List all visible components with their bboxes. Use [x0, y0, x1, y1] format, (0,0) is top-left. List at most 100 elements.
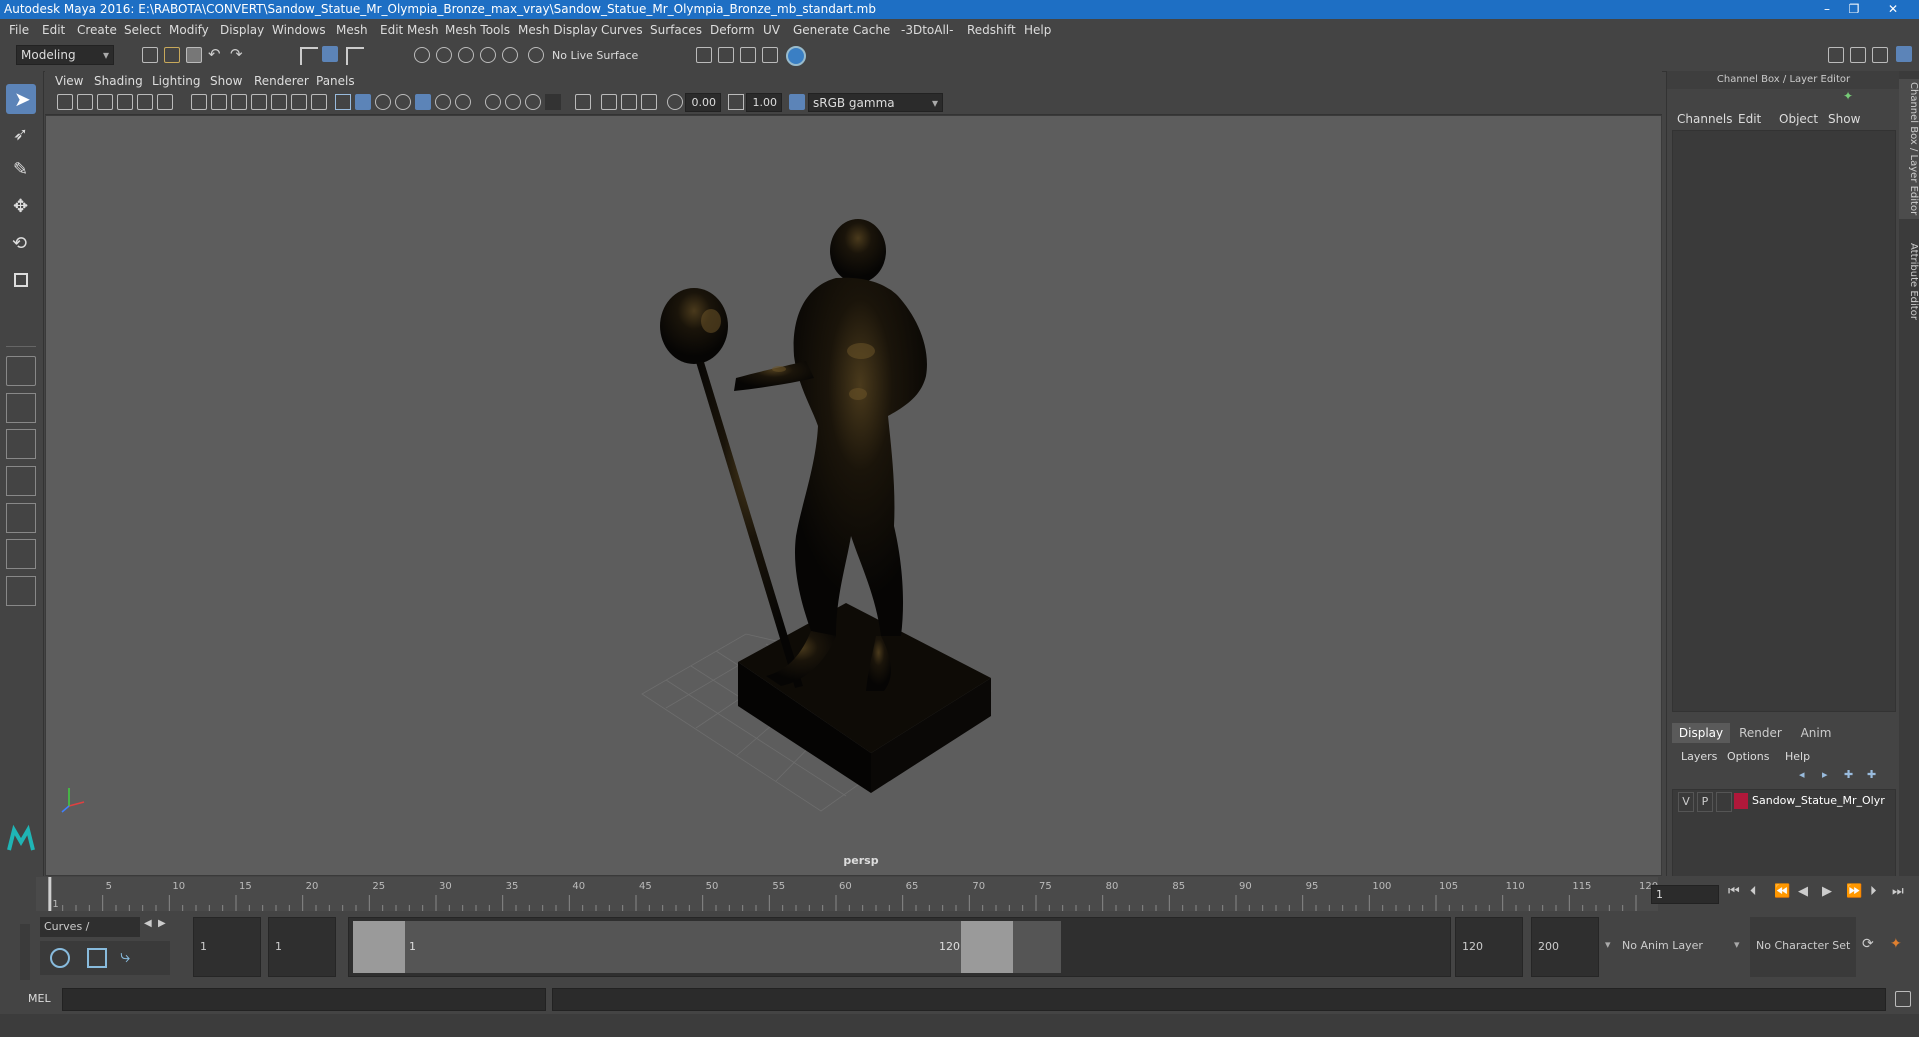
- viewport-menu-lighting[interactable]: Lighting: [152, 71, 201, 91]
- exposure-icon[interactable]: [667, 94, 683, 110]
- hypershade-icon[interactable]: [786, 46, 806, 66]
- range-start-handle[interactable]: [353, 921, 405, 973]
- preferences-icon[interactable]: ✦: [1890, 936, 1902, 952]
- menu-select[interactable]: Select: [124, 19, 161, 41]
- time-ruler[interactable]: 1 5 10 15 20 25 30 35 40 45 50 55 60 65 70 75 80 85 90 95 10…: [36, 877, 1658, 911]
- step-back-key-icon[interactable]: ⏪: [1774, 884, 1790, 899]
- depth-of-field-icon[interactable]: [525, 94, 541, 110]
- go-to-start-icon[interactable]: ⏮: [1728, 884, 1740, 899]
- image-plane-icon[interactable]: [117, 94, 133, 110]
- shelf-handle[interactable]: [20, 924, 30, 980]
- lasso-tool-button[interactable]: ➶: [6, 121, 36, 151]
- menu-surfaces[interactable]: Surfaces: [650, 19, 702, 41]
- viewport-menu-panels[interactable]: Panels: [316, 71, 355, 91]
- redo-icon[interactable]: ↷: [230, 45, 246, 63]
- menu-mesh-display[interactable]: Mesh Display: [518, 19, 598, 41]
- snap-view-plane-icon[interactable]: [480, 47, 496, 63]
- close-button[interactable]: ✕: [1881, 0, 1905, 19]
- channel-object-menu[interactable]: Object: [1779, 112, 1818, 126]
- menu-cache[interactable]: Cache: [853, 19, 890, 41]
- wireframe-icon[interactable]: [335, 94, 351, 110]
- render-frame-icon[interactable]: [718, 47, 734, 63]
- layer-tab-render[interactable]: Render: [1733, 723, 1788, 743]
- custom-layout-button[interactable]: [6, 576, 36, 606]
- layer-tab-anim[interactable]: Anim: [1791, 723, 1841, 743]
- move-layer-up-icon[interactable]: ◂: [1799, 768, 1815, 784]
- channels-menu[interactable]: Channels: [1677, 112, 1733, 126]
- minimize-button[interactable]: –: [1815, 0, 1839, 19]
- menu-edit-mesh[interactable]: Edit Mesh: [380, 19, 439, 41]
- select-tool-button[interactable]: ➤: [6, 84, 36, 114]
- scale-tool-button[interactable]: [6, 267, 36, 297]
- range-slider[interactable]: 1 120: [348, 917, 1451, 977]
- xray-active-icon[interactable]: [621, 94, 637, 110]
- channel-box-key-icon[interactable]: ✦: [1843, 89, 1859, 105]
- toggle-channel-box-icon[interactable]: [1896, 46, 1912, 62]
- layer-tab-display[interactable]: Display: [1672, 723, 1730, 743]
- play-backward-icon[interactable]: ◀: [1798, 884, 1808, 899]
- gamma-icon[interactable]: [728, 94, 744, 110]
- character-set-dropdown[interactable]: No Character Set: [1750, 917, 1856, 977]
- four-view-layout-button[interactable]: [6, 393, 36, 423]
- menu-create[interactable]: Create: [77, 19, 117, 41]
- render-settings-icon[interactable]: [696, 47, 712, 63]
- nurbs-square-icon[interactable]: [87, 948, 107, 968]
- toggle-attribute-editor-icon[interactable]: [1850, 47, 1866, 63]
- select-hierarchy-icon[interactable]: [300, 47, 318, 65]
- persp-outliner-layout-button[interactable]: [6, 429, 36, 459]
- use-all-lights-icon[interactable]: [415, 94, 431, 110]
- step-forward-key-icon[interactable]: ⏩: [1846, 884, 1862, 899]
- grease-pencil-icon[interactable]: [157, 94, 173, 110]
- playback-start-field[interactable]: 1: [268, 917, 336, 977]
- open-scene-icon[interactable]: [164, 47, 180, 63]
- mode-selector[interactable]: Modeling ▾: [16, 45, 114, 65]
- cv-curve-icon[interactable]: ⤷: [120, 946, 130, 967]
- move-tool-button[interactable]: ✥: [6, 193, 36, 223]
- playback-end-field[interactable]: 120: [1455, 917, 1523, 977]
- play-forward-icon[interactable]: ▶: [1822, 884, 1832, 899]
- gamma-field[interactable]: 1.00: [746, 93, 782, 112]
- undo-icon[interactable]: ↶: [208, 45, 224, 63]
- chevron-down-icon[interactable]: ▾: [1734, 938, 1740, 951]
- menu-mesh[interactable]: Mesh: [336, 19, 368, 41]
- select-component-icon[interactable]: [346, 47, 364, 65]
- menu-redshift[interactable]: Redshift: [967, 19, 1016, 41]
- safe-title-icon[interactable]: [311, 94, 327, 110]
- gate-mask-icon[interactable]: [251, 94, 267, 110]
- shelf-next-icon[interactable]: ▶: [158, 918, 166, 929]
- exposure-field[interactable]: 0.00: [685, 93, 721, 112]
- hypershade-persp-layout-button[interactable]: [6, 539, 36, 569]
- shadows-icon[interactable]: [435, 94, 451, 110]
- end-time-field[interactable]: 200: [1531, 917, 1599, 977]
- save-scene-icon[interactable]: [186, 47, 202, 63]
- layer-help-menu[interactable]: Help: [1785, 750, 1810, 763]
- motion-blur-icon[interactable]: [485, 94, 501, 110]
- attribute-editor-side-tab[interactable]: Attribute Editor: [1899, 231, 1919, 331]
- viewport-menu-show[interactable]: Show: [210, 71, 242, 91]
- viewport-menu-view[interactable]: View: [55, 71, 83, 91]
- snap-curve-icon[interactable]: [436, 47, 452, 63]
- auto-key-icon[interactable]: ⟳: [1862, 936, 1874, 952]
- layer-color-swatch[interactable]: [1734, 793, 1748, 809]
- xray-icon[interactable]: [545, 94, 561, 110]
- rotate-tool-button[interactable]: ⟲: [6, 230, 36, 260]
- start-time-field[interactable]: 1: [193, 917, 261, 977]
- menu-windows[interactable]: Windows: [272, 19, 326, 41]
- bookmark-icon[interactable]: [97, 94, 113, 110]
- channel-show-menu[interactable]: Show: [1828, 112, 1860, 126]
- snap-together-icon[interactable]: [528, 47, 544, 63]
- render-view-icon[interactable]: [762, 47, 778, 63]
- layers-menu[interactable]: Layers: [1681, 750, 1717, 763]
- new-scene-icon[interactable]: [142, 47, 158, 63]
- layer-name[interactable]: Sandow_Statue_Mr_Olyr: [1752, 792, 1885, 810]
- menu-deform[interactable]: Deform: [710, 19, 755, 41]
- command-language-label[interactable]: MEL: [28, 992, 51, 1005]
- toggle-tool-settings-icon[interactable]: [1872, 47, 1888, 63]
- toggle-modeling-toolkit-icon[interactable]: [1828, 47, 1844, 63]
- channel-edit-menu[interactable]: Edit: [1738, 112, 1761, 126]
- isolate-select-icon[interactable]: [575, 94, 591, 110]
- shelf-prev-icon[interactable]: ◀: [144, 918, 152, 929]
- layer-visibility-toggle[interactable]: V: [1678, 792, 1694, 812]
- move-layer-down-icon[interactable]: ▸: [1822, 768, 1838, 784]
- channel-list[interactable]: [1672, 130, 1896, 712]
